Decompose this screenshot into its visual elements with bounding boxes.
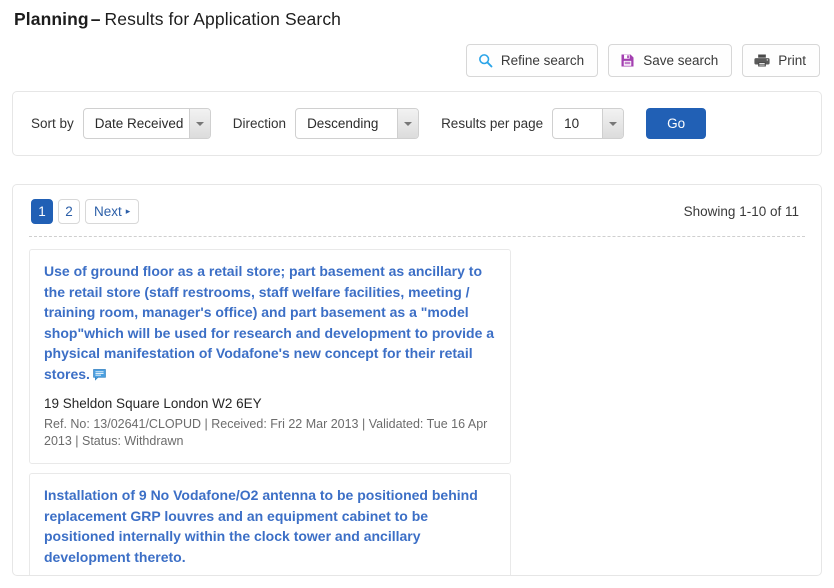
results-count: Showing 1-10 of 11: [684, 204, 803, 219]
results-header: 1 2 Next ▸ Showing 1-10 of 11: [29, 199, 805, 237]
results-list: Use of ground floor as a retail store; p…: [29, 237, 805, 576]
results-panel: 1 2 Next ▸ Showing 1-10 of 11 Use of gro…: [12, 184, 822, 576]
next-page-label: Next: [94, 204, 122, 219]
direction-label: Direction: [233, 116, 286, 131]
result-title-link[interactable]: Use of ground floor as a retail store; p…: [44, 261, 496, 386]
save-search-button[interactable]: Save search: [608, 44, 732, 77]
refine-search-label: Refine search: [501, 53, 584, 68]
sort-panel: Sort by Date Received Direction Descendi…: [12, 91, 822, 156]
refine-search-button[interactable]: Refine search: [466, 44, 598, 77]
chevron-down-icon: [189, 109, 210, 138]
result-address: 19 Sheldon Square London W2 6EY: [44, 394, 496, 413]
search-icon: [478, 53, 493, 68]
floppy-disk-icon: [620, 53, 635, 68]
print-button[interactable]: Print: [742, 44, 820, 77]
direction-value: Descending: [307, 116, 378, 131]
print-label: Print: [778, 53, 806, 68]
page-title-section: Planning: [14, 9, 89, 29]
action-toolbar: Refine search Save search: [12, 36, 822, 77]
save-search-label: Save search: [643, 53, 718, 68]
sort-by-label: Sort by: [31, 116, 74, 131]
results-per-page-value: 10: [564, 116, 579, 131]
pagination: 1 2 Next ▸: [31, 199, 139, 224]
planning-results-page: Planning–Results for Application Search …: [0, 0, 834, 588]
next-page-button[interactable]: Next ▸: [85, 199, 139, 224]
sort-by-value: Date Received: [95, 116, 184, 131]
results-per-page-label: Results per page: [441, 116, 543, 131]
result-item[interactable]: Installation of 9 No Vodafone/O2 antenna…: [29, 473, 511, 576]
result-title-link[interactable]: Installation of 9 No Vodafone/O2 antenna…: [44, 485, 496, 567]
chevron-down-icon: [602, 109, 623, 138]
page-2-button[interactable]: 2: [58, 199, 80, 224]
result-item[interactable]: Use of ground floor as a retail store; p…: [29, 249, 511, 464]
result-title-text: Use of ground floor as a retail store; p…: [44, 263, 494, 382]
printer-icon: [754, 53, 770, 68]
go-button[interactable]: Go: [646, 108, 706, 139]
chevron-down-icon: [397, 109, 418, 138]
page-1-button[interactable]: 1: [31, 199, 53, 224]
caret-right-icon: ▸: [126, 206, 131, 217]
page-title-dash: –: [89, 9, 105, 29]
result-address: St Augustines Church Kilburn Park Road L…: [44, 575, 496, 576]
comment-icon[interactable]: [93, 366, 106, 387]
result-title-text: Installation of 9 No Vodafone/O2 antenna…: [44, 487, 478, 565]
page-title: Planning–Results for Application Search: [12, 0, 822, 36]
result-meta: Ref. No: 13/02641/CLOPUD | Received: Fri…: [44, 416, 496, 450]
direction-select[interactable]: Descending: [295, 108, 419, 139]
results-per-page-select[interactable]: 10: [552, 108, 624, 139]
sort-by-select[interactable]: Date Received: [83, 108, 211, 139]
page-title-text: Results for Application Search: [105, 9, 341, 29]
